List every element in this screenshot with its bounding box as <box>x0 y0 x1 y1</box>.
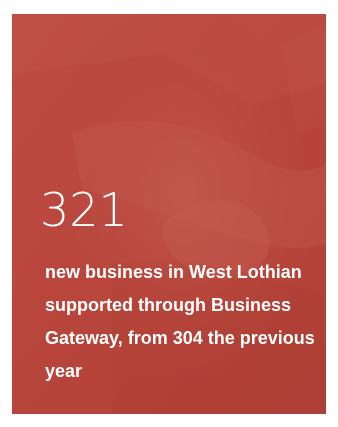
stat-description: new business in West Lothian supported t… <box>45 262 315 381</box>
stat-number: 321 <box>40 183 128 237</box>
stat-card: 321 new business in West Lothian support… <box>12 14 326 414</box>
